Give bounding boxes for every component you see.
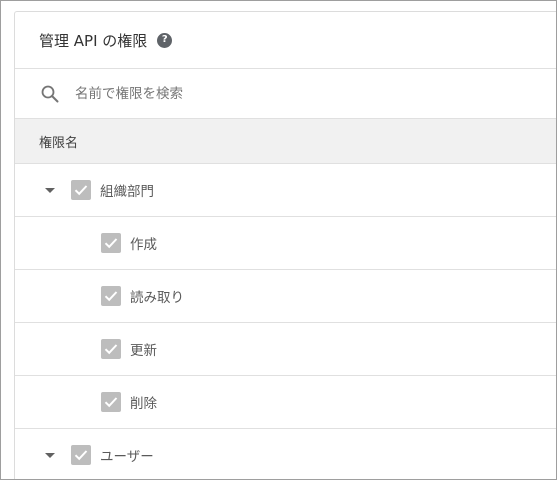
card-title: 管理 API の権限	[39, 31, 148, 50]
permission-checkbox[interactable]	[101, 339, 121, 359]
permission-row: 更新	[15, 323, 556, 376]
permission-checkbox[interactable]	[101, 392, 121, 412]
permission-row: 削除	[15, 376, 556, 429]
expand-caret-icon[interactable]	[40, 445, 60, 465]
permission-checkbox[interactable]	[101, 233, 121, 253]
search-icon	[40, 84, 60, 104]
permission-label: 作成	[130, 237, 157, 253]
permission-group-row: 組織部門	[15, 164, 556, 217]
permission-label: 読み取り	[130, 290, 184, 306]
column-header-label: 権限名	[39, 135, 79, 151]
permission-label: 更新	[130, 343, 157, 359]
permission-checkbox[interactable]	[101, 286, 121, 306]
permission-label: 削除	[130, 396, 157, 412]
column-header-permission-name: 権限名	[15, 118, 556, 164]
permission-label: ユーザー	[100, 449, 154, 465]
permission-checkbox[interactable]	[71, 445, 91, 465]
permissions-card: 管理 API の権限 ? 権限名 組織部門	[14, 11, 556, 479]
search-bar	[15, 70, 556, 118]
search-input[interactable]	[75, 86, 455, 102]
help-circle-icon[interactable]: ?	[157, 32, 173, 48]
permission-row: 作成	[15, 217, 556, 270]
permission-checkbox[interactable]	[71, 180, 91, 200]
permission-group-row: ユーザー	[15, 429, 556, 479]
expand-caret-icon[interactable]	[40, 180, 60, 200]
permission-row: 読み取り	[15, 270, 556, 323]
card-header: 管理 API の権限 ?	[15, 12, 556, 69]
permission-label: 組織部門	[100, 184, 154, 200]
window-frame: 管理 API の権限 ? 権限名 組織部門	[0, 0, 557, 480]
